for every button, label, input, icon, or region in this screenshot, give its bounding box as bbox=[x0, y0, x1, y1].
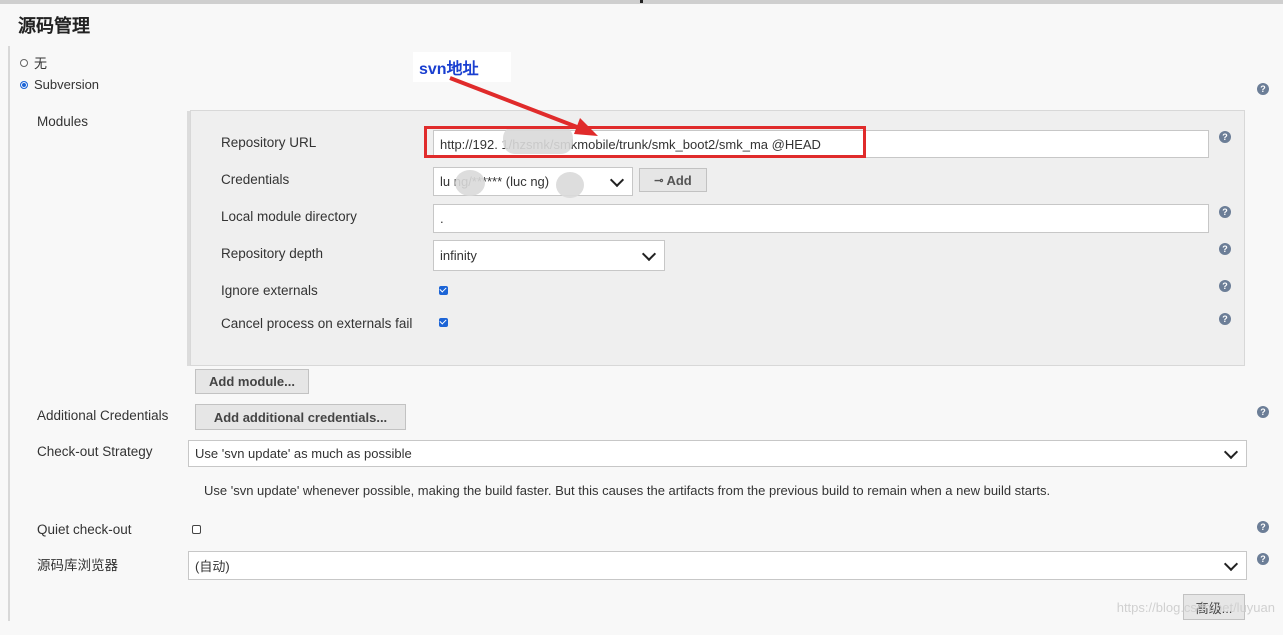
add-credentials-button[interactable]: ⊸ Add bbox=[639, 168, 707, 192]
add-additional-credentials-button[interactable]: Add additional credentials... bbox=[195, 404, 406, 430]
chevron-down-icon bbox=[641, 246, 657, 261]
additional-credentials-label: Additional Credentials bbox=[37, 408, 169, 423]
help-icon-local-module[interactable]: ? bbox=[1219, 206, 1231, 218]
chevron-down-icon bbox=[1223, 556, 1239, 571]
local-module-directory-label: Local module directory bbox=[221, 209, 357, 224]
chevron-down-icon bbox=[1223, 444, 1239, 459]
checkout-strategy-label: Check-out Strategy bbox=[37, 444, 153, 459]
redaction-blur-cred-2 bbox=[556, 172, 584, 198]
redaction-blur-cred-1 bbox=[455, 170, 485, 196]
help-icon-repository-depth[interactable]: ? bbox=[1219, 243, 1231, 255]
arrow-head bbox=[574, 118, 598, 136]
quiet-checkout-label: Quiet check-out bbox=[37, 522, 132, 537]
cancel-process-label: Cancel process on externals fail bbox=[221, 316, 413, 331]
ignore-externals-checkbox[interactable] bbox=[439, 286, 448, 295]
help-icon-ignore-externals[interactable]: ? bbox=[1219, 280, 1231, 292]
radio-none-label: 无 bbox=[34, 56, 48, 71]
radio-subversion[interactable] bbox=[20, 80, 28, 89]
checkout-strategy-value: Use 'svn update' as much as possible bbox=[195, 446, 412, 461]
help-icon-additional-credentials[interactable]: ? bbox=[1257, 406, 1269, 418]
radio-subversion-option[interactable]: Subversion bbox=[20, 77, 99, 92]
add-module-button[interactable]: Add module... bbox=[195, 369, 309, 394]
arrow-line bbox=[449, 76, 591, 134]
help-icon-subversion[interactable]: ? bbox=[1257, 83, 1269, 95]
checkout-strategy-description: Use 'svn update' whenever possible, maki… bbox=[204, 483, 1051, 498]
repo-browser-value: (自动) bbox=[195, 559, 230, 574]
local-module-directory-value: . bbox=[440, 211, 444, 226]
repo-browser-select[interactable]: (自动) bbox=[188, 551, 1247, 580]
help-icon-quiet-checkout[interactable]: ? bbox=[1257, 521, 1269, 533]
repository-url-label: Repository URL bbox=[221, 135, 317, 150]
module-panel-edge bbox=[187, 111, 190, 366]
add-credentials-label: Add bbox=[666, 172, 692, 188]
section-left-border bbox=[8, 46, 10, 621]
credentials-label: Credentials bbox=[221, 172, 290, 187]
repository-depth-select[interactable]: infinity bbox=[433, 240, 665, 271]
chevron-down-icon bbox=[609, 172, 625, 187]
repo-browser-label: 源码库浏览器 bbox=[37, 558, 118, 573]
checkout-strategy-select[interactable]: Use 'svn update' as much as possible bbox=[188, 440, 1247, 467]
modules-label: Modules bbox=[37, 114, 89, 129]
quiet-checkout-checkbox[interactable] bbox=[192, 525, 201, 534]
page-title: 源码管理 bbox=[18, 16, 90, 36]
repository-depth-label: Repository depth bbox=[221, 246, 324, 261]
radio-subversion-label: Subversion bbox=[34, 77, 100, 92]
help-icon-repo-browser[interactable]: ? bbox=[1257, 553, 1269, 565]
help-icon-cancel-process[interactable]: ? bbox=[1219, 313, 1231, 325]
cancel-process-checkbox[interactable] bbox=[439, 318, 448, 327]
cursor-mark bbox=[640, 0, 643, 3]
repository-depth-value: infinity bbox=[440, 248, 477, 263]
annotation-arrow bbox=[449, 76, 598, 136]
radio-none[interactable] bbox=[20, 58, 28, 67]
local-module-directory-input[interactable]: . bbox=[433, 204, 1209, 233]
ignore-externals-label: Ignore externals bbox=[221, 283, 318, 298]
help-icon-repository-url[interactable]: ? bbox=[1219, 131, 1231, 143]
key-icon: ⊸ bbox=[654, 174, 664, 187]
radio-none-option[interactable]: 无 bbox=[20, 53, 47, 72]
watermark-text: https://blog.csdn.net/luyuan bbox=[1116, 600, 1275, 615]
